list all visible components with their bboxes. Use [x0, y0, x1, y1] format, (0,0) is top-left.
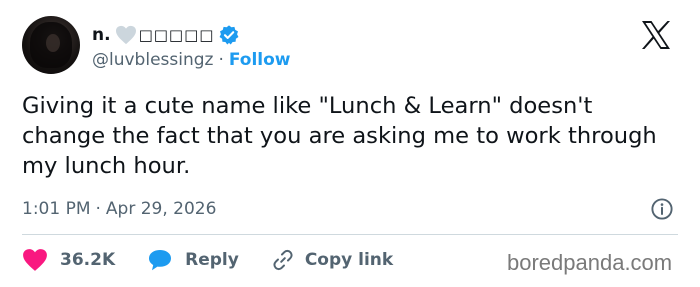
meta-separator: · [95, 199, 101, 219]
info-icon[interactable] [650, 197, 674, 221]
author-display-name[interactable]: n. [92, 25, 111, 45]
copy-link-label: Copy link [304, 250, 394, 270]
avatar[interactable] [22, 16, 80, 74]
like-button[interactable]: 36.2K [22, 248, 115, 272]
tweet-card: n. □□□□□ @luvblessingz · Follow Giving i… [0, 0, 700, 287]
like-count: 36.2K [60, 250, 116, 270]
tweet-meta: 1:01 PM · Apr 29, 2026 [22, 196, 216, 222]
author-name-row: n. □□□□□ [92, 22, 240, 48]
x-logo-icon[interactable] [639, 18, 673, 52]
white-heart-icon [115, 25, 137, 45]
copy-link-button[interactable]: Copy link [271, 248, 393, 272]
reply-label: Reply [185, 250, 239, 270]
author-name-symbols: □□□□□ [138, 26, 215, 44]
author-handle[interactable]: @luvblessingz [92, 50, 213, 70]
handle-separator: · [218, 50, 224, 70]
avatar-face [46, 34, 60, 52]
reply-button[interactable]: Reply [147, 248, 239, 272]
verified-badge-icon [218, 24, 240, 46]
follow-button[interactable]: Follow [229, 50, 291, 70]
speech-bubble-icon [149, 250, 172, 271]
source-watermark: boredpanda.com [507, 250, 673, 275]
tweet-date[interactable]: Apr 29, 2026 [106, 199, 217, 219]
tweet-time[interactable]: 1:01 PM [22, 199, 91, 219]
tweet-text: Giving it a cute name like "Lunch & Lear… [22, 93, 657, 179]
author-handle-row: @luvblessingz · Follow [92, 48, 291, 72]
link-icon [273, 249, 293, 271]
heart-icon [23, 249, 47, 271]
divider [22, 234, 678, 235]
action-bar: 36.2K Reply Copy link [22, 246, 393, 274]
